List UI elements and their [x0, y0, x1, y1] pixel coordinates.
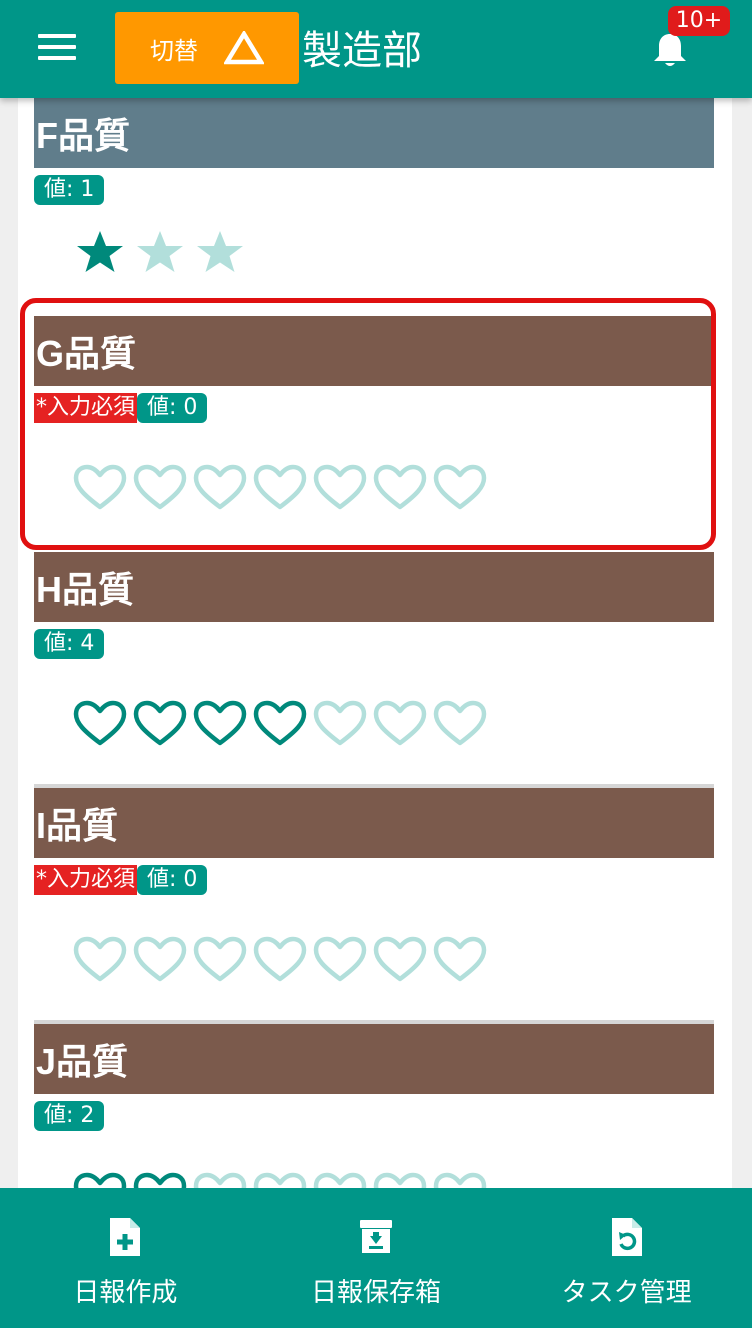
app-header: 切替 製造部 10+ — [0, 0, 752, 98]
heart-empty-icon[interactable] — [190, 462, 250, 514]
heart-filled-icon[interactable] — [70, 698, 130, 750]
heart-empty-icon[interactable] — [430, 934, 490, 986]
card-tags: 値: 2 — [34, 1100, 714, 1132]
bottom-navigation: 日報作成 日報保存箱 タスク管理 — [0, 1188, 752, 1328]
switch-button-label: 切替 — [150, 36, 198, 65]
value-badge: 値: 2 — [34, 1101, 105, 1131]
report-form-list: F品質 値: 1 G品質 *入力必須 値: 0 H品質 値: 4 I品質 *入力… — [18, 98, 732, 1190]
required-badge: *入力必須 — [34, 865, 138, 895]
heart-empty-icon[interactable] — [430, 1170, 490, 1190]
quality-card-j: J品質 値: 2 — [34, 1020, 714, 1190]
quality-card-h: H品質 値: 4 — [34, 552, 714, 784]
star-filled-icon[interactable] — [70, 226, 130, 278]
nav-label: 日報作成 — [73, 1278, 178, 1308]
heart-empty-icon[interactable] — [430, 462, 490, 514]
bell-icon[interactable] — [650, 30, 690, 70]
hamburger-menu-icon[interactable] — [38, 34, 76, 62]
triangle-warning-icon — [224, 31, 264, 65]
heart-rating[interactable] — [70, 462, 490, 514]
nav-daily-report-create[interactable]: 日報作成 — [0, 1188, 251, 1328]
heart-empty-icon[interactable] — [370, 934, 430, 986]
heart-empty-icon[interactable] — [370, 698, 430, 750]
card-tags: 値: 1 — [34, 174, 714, 206]
heart-empty-icon[interactable] — [70, 462, 130, 514]
nav-task-management[interactable]: タスク管理 — [501, 1188, 752, 1328]
card-tags: *入力必須 値: 0 — [34, 392, 714, 424]
value-badge: 値: 1 — [34, 175, 105, 205]
heart-filled-icon[interactable] — [130, 698, 190, 750]
card-tags: *入力必須 値: 0 — [34, 864, 714, 896]
quality-card-f: F品質 値: 1 — [34, 98, 714, 303]
value-badge: 値: 4 — [34, 629, 105, 659]
file-plus-icon — [110, 1218, 141, 1256]
heart-filled-icon[interactable] — [130, 1170, 190, 1190]
star-empty-icon[interactable] — [190, 226, 250, 278]
nav-label: 日報保存箱 — [311, 1278, 442, 1308]
heart-empty-icon[interactable] — [190, 1170, 250, 1190]
star-rating[interactable] — [70, 226, 250, 278]
archive-box-icon — [360, 1220, 392, 1253]
heart-empty-icon[interactable] — [70, 934, 130, 986]
heart-empty-icon[interactable] — [370, 1170, 430, 1190]
heart-empty-icon[interactable] — [190, 934, 250, 986]
switch-button[interactable]: 切替 — [115, 12, 299, 84]
card-title: I品質 — [34, 788, 714, 858]
heart-empty-icon[interactable] — [370, 462, 430, 514]
card-title: F品質 — [34, 98, 714, 168]
heart-rating[interactable] — [70, 698, 490, 750]
quality-card-g: G品質 *入力必須 値: 0 — [34, 316, 714, 548]
quality-card-i: I品質 *入力必須 値: 0 — [34, 784, 714, 1020]
heart-rating[interactable] — [70, 1170, 490, 1190]
heart-empty-icon[interactable] — [130, 934, 190, 986]
heart-empty-icon[interactable] — [310, 462, 370, 514]
value-badge: 値: 0 — [137, 393, 208, 423]
heart-empty-icon[interactable] — [310, 1170, 370, 1190]
card-title: H品質 — [34, 552, 714, 622]
heart-empty-icon[interactable] — [430, 698, 490, 750]
notification-badge[interactable]: 10+ — [668, 6, 730, 36]
card-title: G品質 — [34, 316, 714, 386]
heart-empty-icon[interactable] — [250, 462, 310, 514]
heart-empty-icon[interactable] — [310, 698, 370, 750]
heart-empty-icon[interactable] — [130, 462, 190, 514]
heart-filled-icon[interactable] — [250, 698, 310, 750]
nav-label: タスク管理 — [561, 1278, 692, 1308]
heart-empty-icon[interactable] — [250, 934, 310, 986]
heart-rating[interactable] — [70, 934, 490, 986]
card-title: J品質 — [34, 1024, 714, 1094]
card-tags: 値: 4 — [34, 628, 714, 660]
heart-empty-icon[interactable] — [310, 934, 370, 986]
required-badge: *入力必須 — [34, 393, 138, 423]
heart-filled-icon[interactable] — [70, 1170, 130, 1190]
heart-filled-icon[interactable] — [190, 698, 250, 750]
heart-empty-icon[interactable] — [250, 1170, 310, 1190]
nav-daily-report-archive[interactable]: 日報保存箱 — [251, 1188, 502, 1328]
value-badge: 値: 0 — [137, 865, 208, 895]
department-title: 製造部 — [302, 28, 422, 74]
star-empty-icon[interactable] — [130, 226, 190, 278]
file-refresh-icon — [611, 1218, 642, 1256]
